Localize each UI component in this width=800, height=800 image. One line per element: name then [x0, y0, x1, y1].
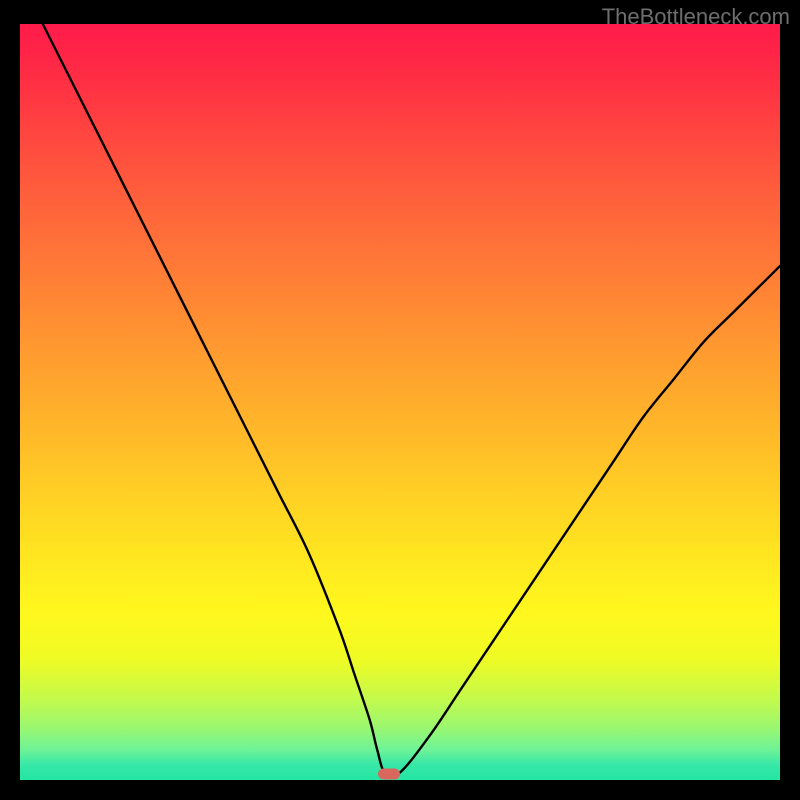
optimum-marker	[378, 768, 400, 779]
watermark-text: TheBottleneck.com	[602, 4, 790, 30]
plot-area	[20, 24, 780, 780]
bottleneck-curve	[20, 24, 780, 780]
